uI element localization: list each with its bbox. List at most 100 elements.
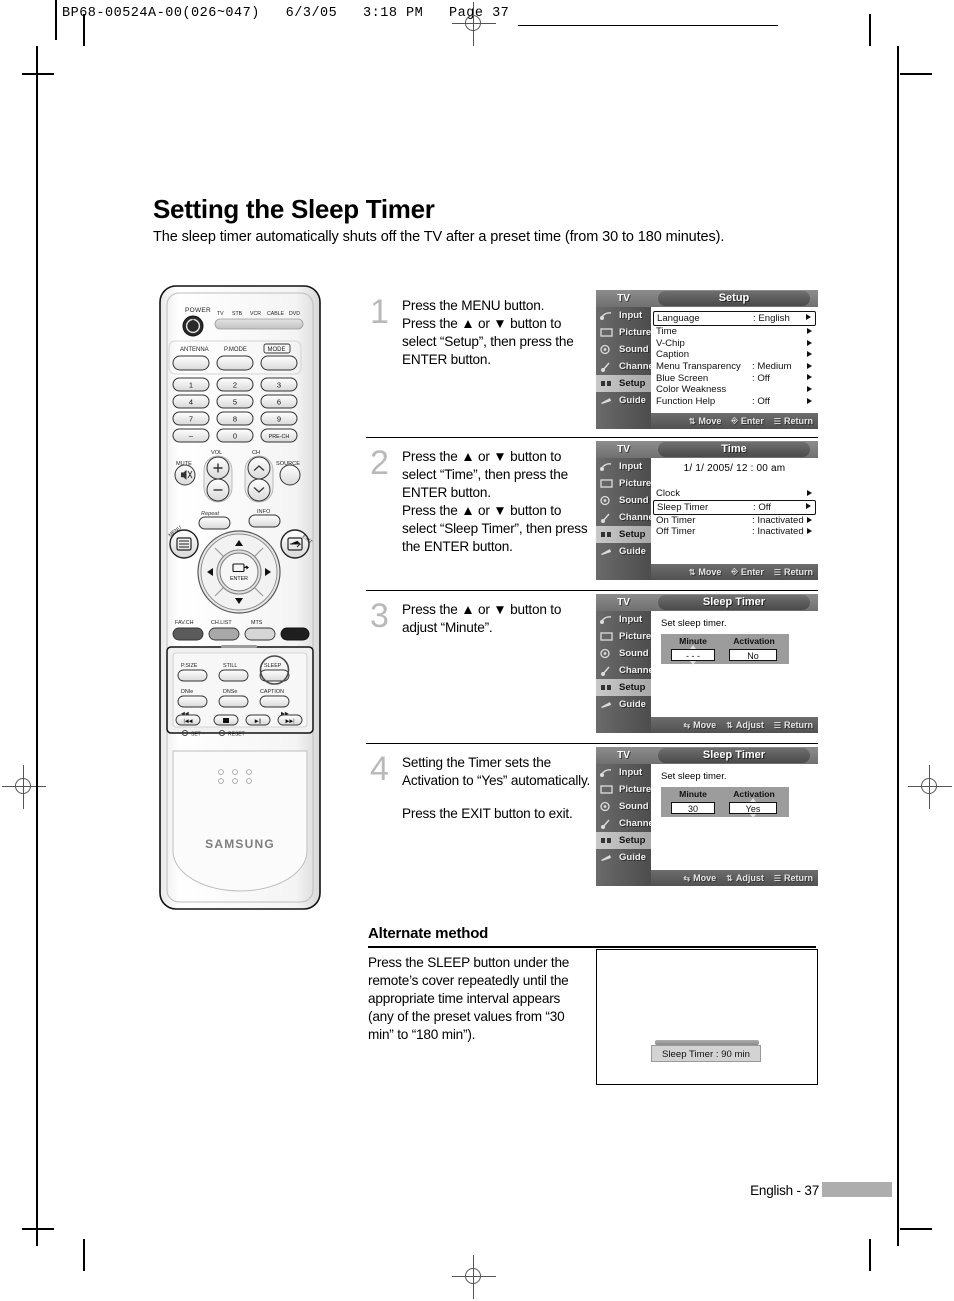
sound-icon bbox=[599, 344, 614, 355]
minute-value: 30 bbox=[687, 804, 698, 814]
step-4-text: Setting the Timer sets the Activation to… bbox=[402, 754, 594, 823]
osd-sidebar[interactable]: Input Picture Sound Channel Setup Guide bbox=[596, 458, 656, 580]
sidebar-item-picture[interactable]: Picture bbox=[596, 628, 651, 645]
step-2: 2 Press the ▲ or ▼ button to select “Tim… bbox=[366, 437, 818, 590]
minute-value-field[interactable]: - - - bbox=[671, 645, 715, 665]
setup-icon bbox=[599, 378, 614, 389]
chevron-right-icon bbox=[807, 351, 812, 358]
picture-icon bbox=[599, 327, 614, 338]
sidebar-item-channel[interactable]: Channel bbox=[596, 509, 656, 526]
menu-row-caption[interactable]: Caption bbox=[653, 349, 816, 361]
sidebar-item-channel[interactable]: Channel bbox=[596, 662, 656, 679]
menu-row-sleep-timer[interactable]: Sleep Timer: Off bbox=[653, 499, 816, 515]
sidebar-label: Sound bbox=[619, 648, 649, 659]
setup-menu-list[interactable]: Language: English Time V-Chip Caption Me… bbox=[651, 307, 818, 407]
instruction-steps: 1 Press the MENU button. Press the ▲ or … bbox=[366, 287, 818, 894]
svg-text:DNSe: DNSe bbox=[223, 689, 237, 695]
sidebar-item-picture[interactable]: Picture bbox=[596, 475, 651, 492]
sidebar-item-guide[interactable]: Guide bbox=[596, 849, 651, 866]
sidebar-item-picture[interactable]: Picture bbox=[596, 781, 651, 798]
activation-value-field[interactable]: No bbox=[729, 649, 777, 661]
osd-sleep-timer-no[interactable]: TV Sleep Timer Input Picture Sound Chann… bbox=[596, 594, 818, 733]
svg-text:MTS: MTS bbox=[251, 620, 263, 626]
sidebar-item-channel[interactable]: Channel bbox=[596, 358, 656, 375]
sidebar-item-sound[interactable]: Sound bbox=[596, 341, 651, 358]
osd-sleep-timer-yes[interactable]: TV Sleep Timer Input Picture Sound Chann… bbox=[596, 747, 818, 886]
input-icon bbox=[599, 767, 614, 778]
sidebar-item-input[interactable]: Input bbox=[596, 458, 651, 475]
activation-value-field[interactable]: Yes bbox=[729, 798, 777, 818]
row-key: V-Chip bbox=[656, 337, 685, 349]
sidebar-item-setup[interactable]: Setup bbox=[596, 679, 651, 696]
sidebar-label: Guide bbox=[619, 546, 646, 557]
footer-adjust: ⇅ Adjust bbox=[726, 873, 764, 883]
time-menu-list[interactable]: Clock Sleep Timer: Off On Timer: Inactiv… bbox=[651, 474, 818, 538]
menu-row-on-timer[interactable]: On Timer: Inactivated bbox=[653, 515, 816, 527]
header-activation: Activation bbox=[733, 636, 775, 646]
svg-text:VOL: VOL bbox=[211, 450, 222, 456]
menu-row-language[interactable]: Language: English bbox=[653, 311, 816, 326]
return-icon: ☰ bbox=[773, 873, 781, 883]
step-4-line-1: Setting the Timer sets the Activation to… bbox=[402, 755, 591, 789]
sidebar-item-sound[interactable]: Sound bbox=[596, 645, 651, 662]
step-1-line-1: Press the MENU button. bbox=[402, 298, 545, 313]
osd-sidebar[interactable]: Input Picture Sound Channel Setup Guide bbox=[596, 611, 656, 733]
menu-row-clock[interactable]: Clock bbox=[653, 488, 816, 500]
svg-text:P.SIZE: P.SIZE bbox=[181, 663, 198, 669]
step-1: 1 Press the MENU button. Press the ▲ or … bbox=[366, 287, 818, 437]
return-icon: ☰ bbox=[773, 567, 781, 577]
sidebar-item-sound[interactable]: Sound bbox=[596, 798, 651, 815]
sidebar-item-setup[interactable]: Setup bbox=[596, 526, 651, 543]
sleep-timer-headers: Minute Activation bbox=[667, 789, 783, 799]
page-subtitle: The sleep timer automatically shuts off … bbox=[153, 229, 725, 245]
osd-footer-bar: ⇅ Move ⎆ Enter ☰ Return bbox=[651, 564, 818, 580]
sidebar-item-input[interactable]: Input bbox=[596, 764, 651, 781]
osd-sidebar[interactable]: Input Picture Sound Channel Setup Guide bbox=[596, 307, 656, 429]
osd-time-menu[interactable]: TV Time Input Picture Sound Channel Setu… bbox=[596, 441, 818, 580]
sidebar-label: Guide bbox=[619, 852, 646, 863]
osd-body: Set sleep timer. Minute Activation - - -… bbox=[651, 611, 818, 717]
sidebar-item-setup[interactable]: Setup bbox=[596, 375, 651, 392]
row-key: Clock bbox=[656, 488, 680, 500]
enter-icon: ⎆ bbox=[731, 567, 738, 576]
svg-text:8: 8 bbox=[233, 415, 237, 424]
menu-row-function-help[interactable]: Function Help: Off bbox=[653, 396, 816, 408]
osd-setup-menu[interactable]: TV Setup Input Picture Sound Channel Set… bbox=[596, 290, 818, 429]
row-key: Time bbox=[656, 326, 677, 338]
sidebar-item-guide[interactable]: Guide bbox=[596, 392, 651, 409]
guide-icon bbox=[599, 395, 614, 406]
page-frame-left bbox=[36, 46, 38, 1246]
sidebar-item-setup[interactable]: Setup bbox=[596, 832, 651, 849]
sidebar-label: Setup bbox=[619, 529, 646, 540]
svg-text:SLEEP: SLEEP bbox=[264, 663, 282, 669]
crop-mark-tr-v bbox=[869, 14, 871, 46]
chevron-right-icon bbox=[806, 502, 811, 509]
menu-row-vchip[interactable]: V-Chip bbox=[653, 338, 816, 350]
menu-row-blue-screen[interactable]: Blue Screen: Off bbox=[653, 372, 816, 384]
sleep-timer-values: 30 Yes bbox=[667, 798, 783, 818]
menu-row-menu-transparency[interactable]: Menu Transparency: Medium bbox=[653, 361, 816, 373]
crop-mark-tl-v bbox=[83, 14, 85, 46]
osd-footer-bar: ⇆ Move ⇅ Adjust ☰ Return bbox=[651, 717, 818, 733]
sidebar-item-guide[interactable]: Guide bbox=[596, 696, 651, 713]
osd-footer-bar: ⇆ Move ⇅ Adjust ☰ Return bbox=[651, 870, 818, 886]
footer-return-label: Return bbox=[784, 720, 813, 730]
menu-row-time[interactable]: Time bbox=[653, 326, 816, 338]
sidebar-item-input[interactable]: Input bbox=[596, 307, 651, 324]
osd-sidebar[interactable]: Input Picture Sound Channel Setup Guide bbox=[596, 764, 656, 886]
svg-text:2: 2 bbox=[233, 381, 237, 390]
menu-row-color-weakness[interactable]: Color Weakness bbox=[653, 384, 816, 396]
minute-value-field[interactable]: 30 bbox=[671, 802, 715, 814]
activation-value: Yes bbox=[745, 804, 761, 814]
sidebar-item-guide[interactable]: Guide bbox=[596, 543, 651, 560]
sidebar-item-sound[interactable]: Sound bbox=[596, 492, 651, 509]
menu-row-off-timer[interactable]: Off Timer: Inactivated bbox=[653, 526, 816, 538]
activation-value: No bbox=[747, 651, 759, 661]
sidebar-item-picture[interactable]: Picture bbox=[596, 324, 651, 341]
osd-body: Set sleep timer. Minute Activation 30 Ye… bbox=[651, 764, 818, 870]
sidebar-item-input[interactable]: Input bbox=[596, 611, 651, 628]
guide-icon bbox=[599, 852, 614, 863]
sidebar-item-channel[interactable]: Channel bbox=[596, 815, 656, 832]
row-value: : English bbox=[753, 313, 790, 324]
step-3-text: Press the ▲ or ▼ button to adjust “Minut… bbox=[402, 601, 594, 637]
